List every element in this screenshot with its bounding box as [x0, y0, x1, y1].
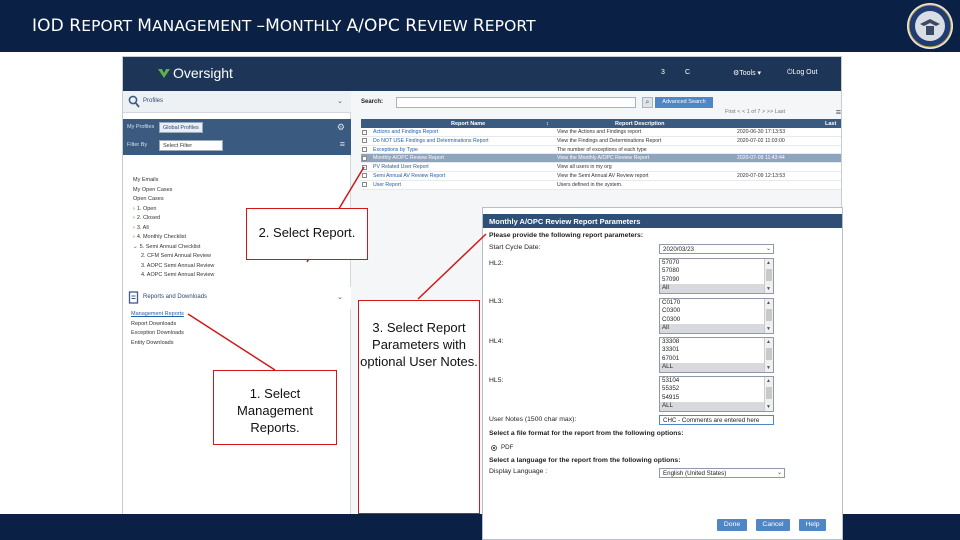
- callout-step2: 2. Select Report.: [246, 208, 368, 260]
- arrow-step3: [417, 233, 487, 300]
- callout-arrows: [187, 166, 487, 371]
- arrow-step1: [187, 313, 276, 371]
- callout-step3: 3. Select Report Parameters with optiona…: [358, 300, 480, 514]
- callout-step1: 1. Select Management Reports.: [213, 370, 337, 445]
